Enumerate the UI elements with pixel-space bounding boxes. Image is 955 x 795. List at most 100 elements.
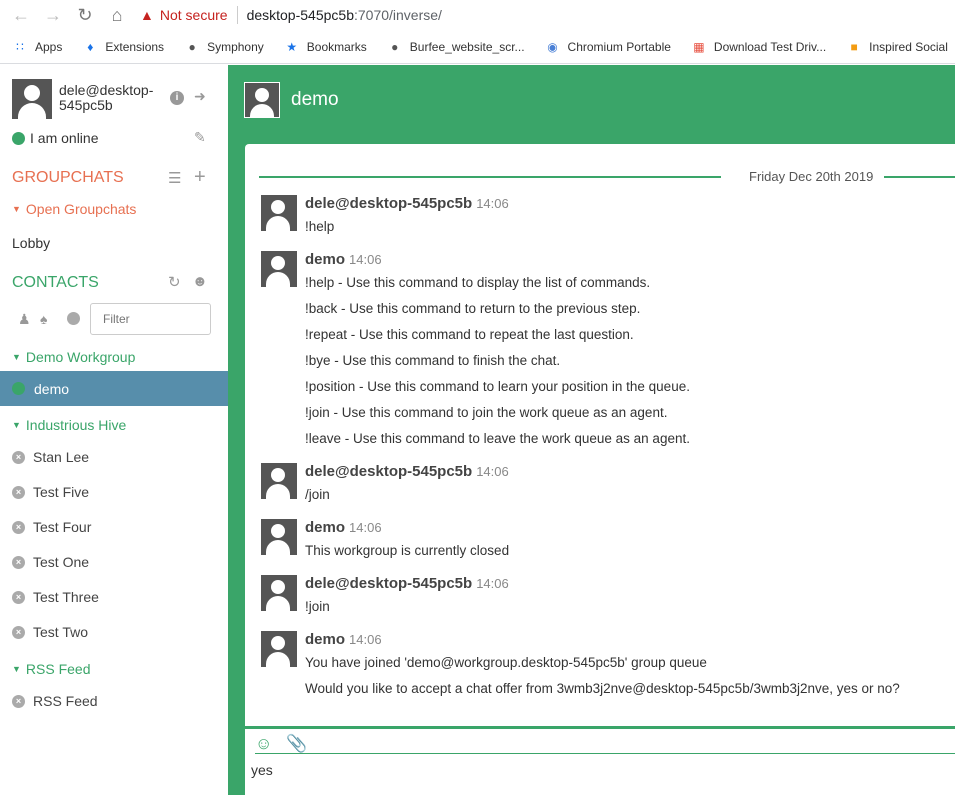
logout-icon[interactable]: ➜ <box>194 88 206 105</box>
group-demo-workgroup[interactable]: ▼ Demo Workgroup <box>12 349 135 365</box>
offline-status-icon: × <box>12 520 25 534</box>
contact-test-two[interactable]: × Test Two <box>12 624 88 640</box>
contact-demo[interactable]: demo <box>0 371 228 406</box>
add-contact-icon[interactable]: ☻ <box>192 273 208 290</box>
message-text: !position - Use this command to learn yo… <box>305 379 690 394</box>
bookmark-apps[interactable]: ∷ Apps <box>12 39 62 55</box>
message-text: /join <box>305 487 330 502</box>
caret-down-icon: ▼ <box>12 352 21 362</box>
avatar <box>261 575 297 611</box>
home-icon[interactable]: ⌂ <box>106 4 128 26</box>
bookmark-bookmarks[interactable]: ★ Bookmarks <box>284 39 366 55</box>
message-author: dele@desktop-545pc5b 14:06 <box>305 463 509 480</box>
contact-rss-feed[interactable]: × RSS Feed <box>12 693 98 709</box>
apps-grid-icon: ∷ <box>16 39 24 54</box>
plus-icon[interactable]: + <box>194 166 206 189</box>
divider <box>236 6 238 24</box>
paperclip-icon[interactable]: 📎 <box>286 734 307 754</box>
contact-label: Stan Lee <box>33 449 90 465</box>
user-icon[interactable]: ♟ <box>18 311 31 328</box>
bookmark-label: Inspired Social <box>869 39 948 54</box>
message-text: !join <box>305 599 330 614</box>
group-rss-feed[interactable]: ▼ RSS Feed <box>12 661 91 677</box>
day-label: Friday Dec 20th 2019 <box>749 169 874 184</box>
room-lobby[interactable]: Lobby <box>12 235 50 251</box>
chat-app: dele@desktop-545pc5b i ➜ I am online ✎ G… <box>0 65 955 795</box>
list-icon[interactable]: ☰ <box>168 169 181 187</box>
message-time: 14:06 <box>476 464 509 479</box>
message-text: !leave - Use this command to leave the w… <box>305 431 690 446</box>
reload-icon[interactable]: ↻ <box>74 4 96 26</box>
contact-label: demo <box>34 380 70 397</box>
contact-test-four[interactable]: × Test Four <box>12 519 91 535</box>
group-label: Industrious Hive <box>25 417 127 433</box>
bookmark-burfee[interactable]: ● Burfee_website_scr... <box>387 39 525 55</box>
bookmark-label: Burfee_website_scr... <box>409 39 525 54</box>
message-input[interactable]: yes <box>251 762 273 778</box>
avatar <box>261 251 297 287</box>
contact-test-five[interactable]: × Test Five <box>12 484 89 500</box>
bookmark-symphony[interactable]: ● Symphony <box>184 39 264 55</box>
info-icon[interactable]: i <box>170 91 184 105</box>
pencil-icon[interactable]: ✎ <box>194 129 206 146</box>
bookmark-label: Extensions <box>105 39 165 54</box>
contact-label: Test One <box>33 554 90 570</box>
message-time: 14:06 <box>476 196 509 211</box>
offline-status-icon: × <box>12 694 25 708</box>
message-text: !bye - Use this command to finish the ch… <box>305 353 561 368</box>
forward-arrow-icon[interactable]: → <box>42 4 64 26</box>
message-composer: ☺ 📎 yes <box>245 726 955 795</box>
security-indicator[interactable]: ▲ Not secure <box>140 7 228 23</box>
filter-input[interactable] <box>90 303 211 335</box>
offline-status-icon: × <box>12 555 25 569</box>
status-filter-icon[interactable] <box>67 312 80 328</box>
status-text: I am online <box>30 130 99 146</box>
message-author: demo 14:06 <box>305 251 382 268</box>
contacts-title: CONTACTS <box>12 274 99 291</box>
day-separator: Friday Dec 20th 2019 <box>259 169 955 184</box>
chromium-icon: ◉ <box>547 39 558 54</box>
bookmark-inspired[interactable]: ■ Inspired Social <box>846 39 948 55</box>
emoji-icon[interactable]: ☺ <box>255 734 272 754</box>
bookmark-extensions[interactable]: ♦ Extensions <box>82 39 164 55</box>
avatar <box>261 519 297 555</box>
contact-label: RSS Feed <box>33 693 98 709</box>
back-arrow-icon[interactable]: ← <box>10 4 32 26</box>
group-label: Demo Workgroup <box>25 349 136 365</box>
message-author: dele@desktop-545pc5b 14:06 <box>305 195 509 212</box>
message-text: !repeat - Use this command to repeat the… <box>305 327 634 342</box>
bookmarks-bar: ∷ Apps ♦ Extensions ● Symphony ★ Bookmarks ●… <box>0 30 955 64</box>
star-icon: ★ <box>286 39 298 54</box>
status-row[interactable]: I am online ✎ <box>12 129 212 147</box>
profile-name: dele@desktop-545pc5b <box>59 82 154 113</box>
bookmark-chromium[interactable]: ◉ Chromium Portable <box>545 39 671 55</box>
contact-test-three[interactable]: × Test Three <box>12 589 99 605</box>
refresh-icon[interactable]: ↻ <box>168 273 181 291</box>
offline-status-icon: × <box>12 485 25 499</box>
puzzle-icon: ♦ <box>87 39 94 54</box>
contact-stan-lee[interactable]: × Stan Lee <box>12 449 89 465</box>
bookmark-download-test[interactable]: ▦ Download Test Driv... <box>691 39 826 55</box>
address-bar[interactable]: desktop-545pc5b:7070/inverse/ <box>247 7 442 23</box>
contact-test-one[interactable]: × Test One <box>12 554 89 570</box>
message-text: !back - Use this command to return to th… <box>305 301 641 316</box>
message-text: Would you like to accept a chat offer fr… <box>305 681 900 696</box>
online-status-icon <box>12 382 25 395</box>
avatar <box>261 195 297 231</box>
open-groupchats-toggle[interactable]: ▼ Open Groupchats <box>12 201 136 217</box>
bookmark-label: Chromium Portable <box>567 39 671 54</box>
message-author: demo 14:06 <box>305 519 382 536</box>
contact-label: Test Two <box>33 624 88 640</box>
bookmark-label: Apps <box>35 39 63 54</box>
group-icon[interactable]: ♠ <box>40 311 47 327</box>
group-label: RSS Feed <box>25 661 91 677</box>
group-industrious-hive[interactable]: ▼ Industrious Hive <box>12 417 126 433</box>
groupchats-title: GROUPCHATS <box>12 169 124 186</box>
chat-header: demo <box>244 82 339 118</box>
message-author: demo 14:06 <box>305 631 382 648</box>
bookmark-label: Symphony <box>207 39 264 54</box>
security-text: Not secure <box>159 7 228 23</box>
group-label: Open Groupchats <box>25 201 137 217</box>
avatar <box>261 631 297 667</box>
offline-status-icon: × <box>12 625 25 639</box>
